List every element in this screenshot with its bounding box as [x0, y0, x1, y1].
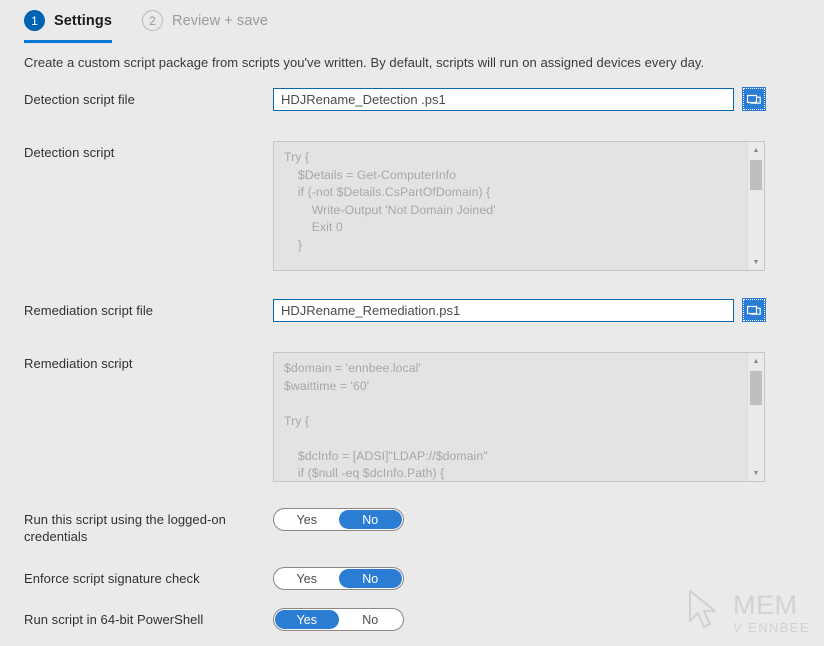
toggle-option-no[interactable]: No [339, 610, 403, 629]
remediation-script-file-label: Remediation script file [24, 303, 154, 318]
row-run-64bit-powershell: Run script in 64-bit PowerShell Yes No [0, 608, 824, 631]
detection-script-file-field [273, 87, 824, 111]
run-64bit-powershell-label: Run script in 64-bit PowerShell [24, 612, 204, 627]
scrollbar-thumb[interactable] [750, 371, 762, 405]
settings-form: Detection script file Detection script T… [0, 70, 824, 631]
remediation-script-box[interactable]: $domain = 'ennbee.local' $waittime = '60… [273, 352, 765, 482]
run-64bit-powershell-field: Yes No [273, 608, 824, 631]
remediation-script-field: $domain = 'ennbee.local' $waittime = '60… [273, 352, 824, 482]
tab-review-save[interactable]: 2 Review + save [142, 8, 268, 40]
scrollbar-thumb[interactable] [750, 160, 762, 190]
tab-review-save-label: Review + save [172, 12, 268, 29]
detection-browse-button[interactable] [742, 87, 766, 111]
remediation-script-file-input[interactable] [273, 299, 734, 322]
detection-script-box[interactable]: Try { $Details = Get-ComputerInfo if (-n… [273, 141, 765, 271]
chevron-down-icon[interactable]: ▼ [748, 255, 764, 269]
wizard-step-tabs: 1 Settings 2 Review + save [0, 0, 824, 44]
remediation-script-label: Remediation script [24, 356, 133, 371]
chevron-up-icon[interactable]: ▲ [748, 143, 764, 157]
detection-script-file-input[interactable] [273, 88, 734, 111]
detection-script-scrollbar[interactable]: ▲ ▼ [747, 142, 764, 270]
run-64bit-powershell-toggle[interactable]: Yes No [273, 608, 404, 631]
detection-script-file-label: Detection script file [24, 92, 135, 107]
toggle-option-no[interactable]: No [338, 510, 402, 529]
enforce-signature-check-toggle[interactable]: Yes No [273, 567, 404, 590]
step-number-badge: 1 [24, 10, 45, 31]
row-detection-script: Detection script Try { $Details = Get-Co… [0, 141, 824, 271]
detection-script-label: Detection script [24, 145, 115, 160]
remediation-script-scrollbar[interactable]: ▲ ▼ [747, 353, 764, 481]
row-remediation-script-file: Remediation script file [0, 298, 824, 322]
run-as-logged-on-user-label: Run this script using the logged-on cred… [24, 512, 226, 544]
folder-browse-icon [747, 304, 761, 316]
run-as-logged-on-user-field: Yes No [273, 508, 824, 531]
enforce-signature-check-label: Enforce script signature check [24, 571, 200, 586]
remediation-script-file-field [273, 298, 824, 322]
chevron-down-icon[interactable]: ▼ [748, 466, 764, 480]
detection-script-code: Try { $Details = Get-ComputerInfo if (-n… [284, 150, 496, 252]
enforce-signature-check-field: Yes No [273, 567, 824, 590]
toggle-option-no[interactable]: No [338, 569, 402, 588]
remediation-script-code: $domain = 'ennbee.local' $waittime = '60… [284, 361, 488, 480]
step-number-badge: 2 [142, 10, 163, 31]
run-as-logged-on-user-toggle[interactable]: Yes No [273, 508, 404, 531]
chevron-up-icon[interactable]: ▲ [748, 354, 764, 368]
detection-script-field: Try { $Details = Get-ComputerInfo if (-n… [273, 141, 824, 271]
remediation-browse-button[interactable] [742, 298, 766, 322]
toggle-option-yes[interactable]: Yes [275, 569, 339, 588]
row-detection-script-file: Detection script file [0, 87, 824, 111]
tab-settings[interactable]: 1 Settings [24, 8, 112, 43]
tab-settings-label: Settings [54, 12, 112, 29]
toggle-option-yes[interactable]: Yes [275, 610, 339, 629]
row-run-as-logged-on-user: Run this script using the logged-on cred… [0, 508, 824, 545]
folder-browse-icon [747, 93, 761, 105]
page-description: Create a custom script package from scri… [24, 55, 705, 70]
row-remediation-script: Remediation script $domain = 'ennbee.loc… [0, 352, 824, 482]
toggle-option-yes[interactable]: Yes [275, 510, 339, 529]
row-enforce-signature-check: Enforce script signature check Yes No [0, 567, 824, 590]
